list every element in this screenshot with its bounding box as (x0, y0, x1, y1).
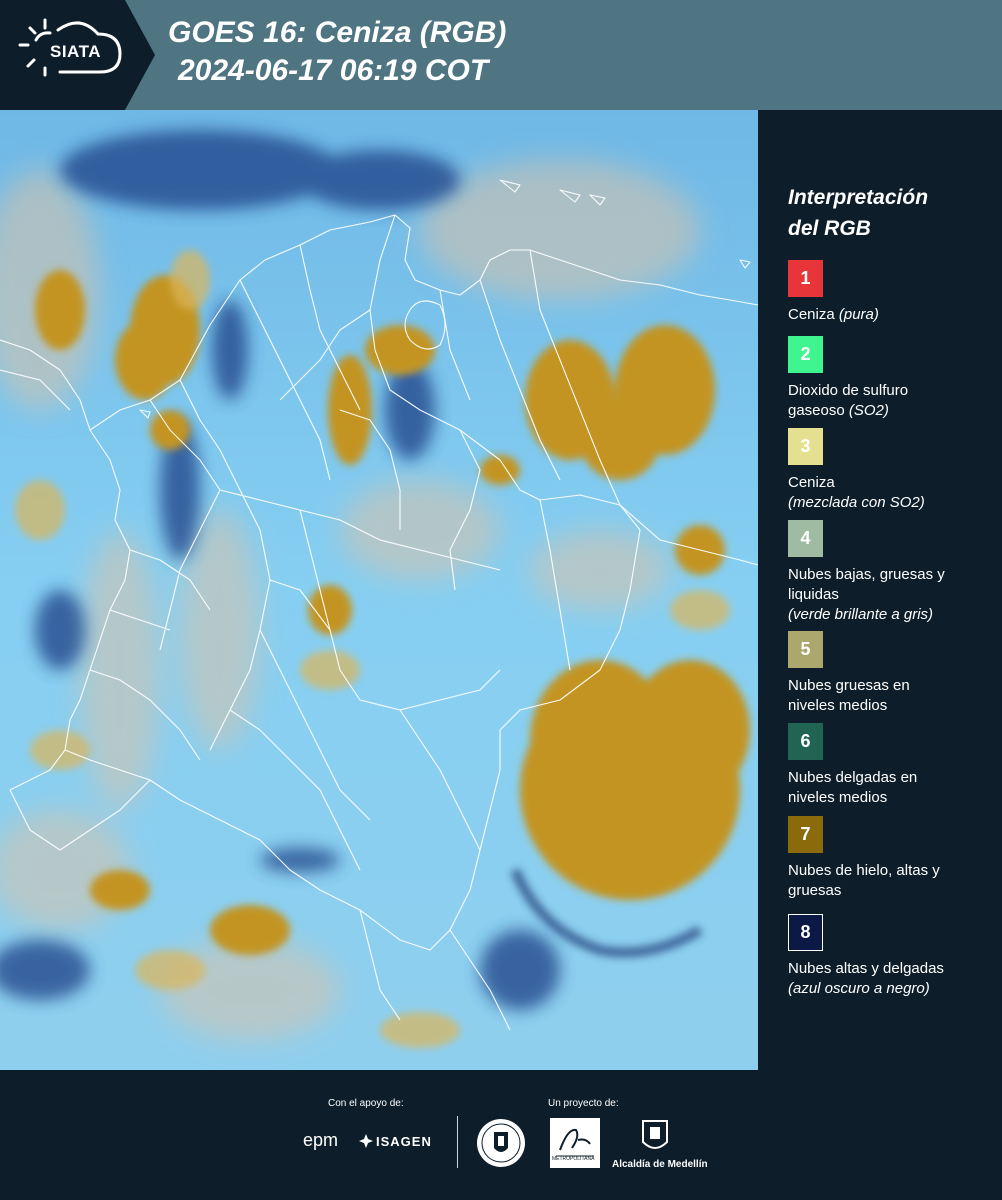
isagen-mark-icon (359, 1134, 373, 1148)
legend-swatch: 8 (788, 914, 823, 951)
legend-label-text: Ceniza (788, 306, 835, 323)
legend-label: Nubes delgadas en niveles medios (788, 768, 998, 808)
legend-label: Dioxido de sulfuro gaseoso (SO2) (788, 381, 998, 421)
legend-number: 1 (800, 268, 811, 288)
legend-item-8: 8 Nubes altas y delgadas (azul oscuro a n… (788, 914, 998, 999)
alcaldia-medellin-crest-icon (642, 1120, 668, 1149)
legend-swatch: 6 (788, 723, 823, 760)
epm-logo: epm (303, 1130, 339, 1150)
legend-label-text-2: niveles medios (788, 789, 888, 806)
legend-number: 3 (800, 436, 811, 456)
legend-label-note: (pura) (838, 306, 879, 323)
legend-swatch: 2 (788, 336, 823, 373)
legend-item-6: 6 Nubes delgadas en niveles medios (788, 723, 998, 808)
legend-label-note: (verde brillante a gris) (788, 606, 934, 623)
legend-swatch: 7 (788, 816, 823, 853)
title-product: GOES 16: Ceniza (RGB) (168, 16, 507, 49)
legend-label-text: Nubes bajas, gruesas y (788, 566, 945, 583)
university-seal-icon (477, 1119, 525, 1167)
legend-swatch: 5 (788, 631, 823, 668)
legend-number: 7 (800, 824, 811, 844)
legend-label-note: (mezclada con SO2) (788, 494, 925, 511)
legend-label-text: Nubes delgadas en (788, 769, 918, 786)
legend-label-text-2: liquidas (788, 586, 839, 603)
legend-title: Interpretación del RGB (788, 182, 928, 244)
footer: Con el apoyo de: Un proyecto de: epm ISA… (0, 1070, 1002, 1200)
legend-number: 5 (800, 639, 811, 659)
legend-label: Nubes altas y delgadas (azul oscuro a neg… (788, 959, 998, 999)
legend-number: 8 (800, 922, 811, 942)
title-timestamp: 2024-06-17 06:19 COT (178, 54, 489, 87)
legend-item-3: 3 Ceniza (mezclada con SO2) (788, 428, 998, 513)
legend-item-1: 1 Ceniza (pura) (788, 260, 998, 325)
header-banner: SIATA GOES 16: Ceniza (RGB) 2024-06-17 0… (0, 0, 1002, 110)
legend-item-4: 4 Nubes bajas, gruesas y liquidas (verde b… (788, 520, 998, 625)
support-label: Con el apoyo de: (328, 1098, 404, 1109)
footer-divider (457, 1116, 458, 1168)
legend-label: Ceniza (pura) (788, 305, 998, 325)
isagen-logo: ISAGEN (376, 1134, 432, 1149)
legend-label: Ceniza (mezclada con SO2) (788, 473, 998, 513)
legend-label-text: Ceniza (788, 474, 835, 491)
legend-swatch: 1 (788, 260, 823, 297)
legend-swatch: 4 (788, 520, 823, 557)
legend-number: 4 (800, 528, 811, 548)
satellite-map (0, 110, 758, 1070)
legend-label-note: (azul oscuro a negro) (788, 980, 930, 997)
legend-label-text: Dioxido de sulfuro (788, 382, 909, 399)
legend-label-text: Nubes altas y delgadas (788, 960, 944, 977)
legend-number: 2 (800, 344, 811, 364)
alcaldia-medellin-logo: Alcaldía de Medellín (612, 1159, 708, 1170)
page-title: GOES 16: Ceniza (RGB) 2024-06-17 06:19 C… (168, 14, 506, 90)
area-metropolitana-caption: METROPOLITANA (552, 1156, 595, 1162)
legend-item-5: 5 Nubes gruesas en niveles medios (788, 631, 998, 716)
legend-item-2: 2 Dioxido de sulfuro gaseoso (SO2) (788, 336, 998, 421)
legend-item-7: 7 Nubes de hielo, altas y gruesas (788, 816, 998, 901)
legend-label-text-2: gaseoso (788, 402, 845, 419)
legend-title-line1: Interpretación (788, 186, 929, 209)
legend-label: Nubes bajas, gruesas y liquidas (verde bri… (788, 565, 998, 625)
legend-label-note: (SO2) (848, 402, 889, 419)
project-label: Un proyecto de: (548, 1098, 619, 1109)
rgb-legend-panel: Interpretación del RGB 1 Ceniza (pura) 2… (760, 110, 1002, 1070)
siata-logo-text: SIATA (50, 42, 101, 61)
legend-label-text: Nubes gruesas en (788, 677, 910, 694)
legend-label-text-2: gruesas (788, 882, 842, 899)
legend-swatch: 3 (788, 428, 823, 465)
legend-label-text: Nubes de hielo, altas y (788, 862, 940, 879)
legend-label: Nubes de hielo, altas y gruesas (788, 861, 998, 901)
legend-title-line2: del RGB (788, 217, 871, 240)
legend-label-text-2: niveles medios (788, 697, 888, 714)
legend-label: Nubes gruesas en niveles medios (788, 676, 998, 716)
legend-number: 6 (800, 731, 811, 751)
